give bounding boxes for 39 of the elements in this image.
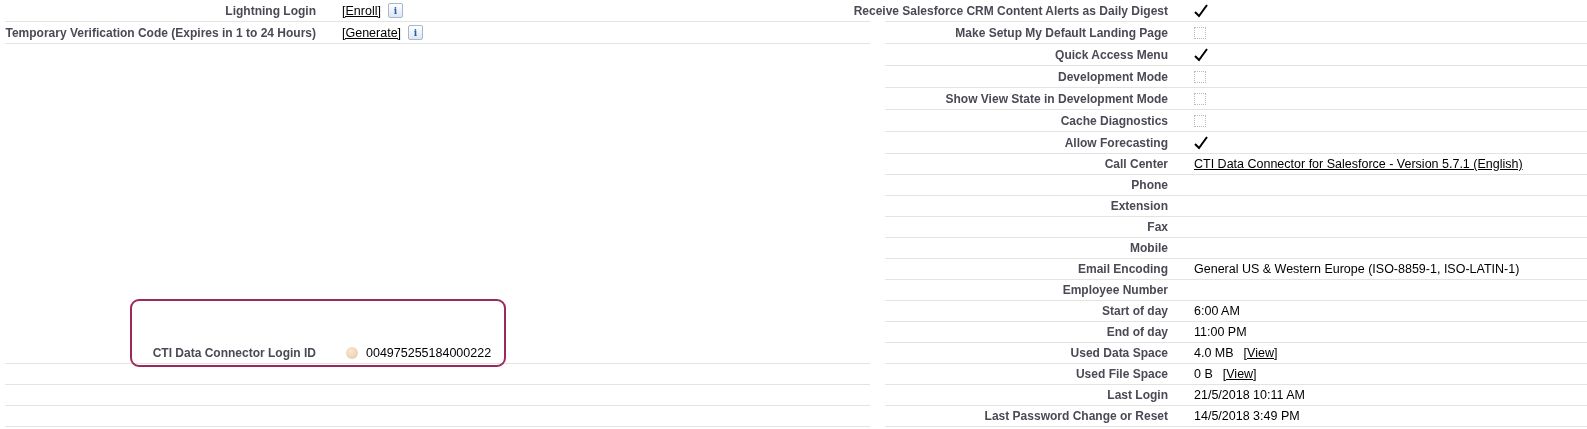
field-label: Allow Forecasting	[1064, 135, 1168, 150]
field-label: Start of day	[1102, 304, 1168, 318]
field-label: Used Data Space	[1070, 346, 1168, 360]
field-label: Show View State in Development Mode	[945, 91, 1168, 106]
field-value: General US & Western Europe (ISO-8859-1, ISO-LATIN-1)	[1194, 262, 1520, 276]
field-label: Last Password Change or Reset	[984, 409, 1168, 423]
field-value: 21/5/2018 10:11 AM	[1194, 388, 1305, 402]
info-icon[interactable]: i	[408, 25, 424, 40]
field-label: CTI Data Connector Login ID	[152, 346, 316, 360]
field-label: Fax	[1147, 220, 1168, 234]
link[interactable]: [Enroll]	[342, 3, 381, 18]
field-label: Employee Number	[1062, 283, 1168, 297]
field-label: End of day	[1106, 325, 1168, 339]
field-value: 0 B	[1194, 367, 1213, 381]
field-label: Call Center	[1104, 157, 1168, 171]
field-label: Development Mode	[1058, 69, 1168, 84]
view-link[interactable]: [View]	[1243, 346, 1278, 360]
link[interactable]: [Generate]	[342, 25, 402, 40]
field-label: Lightning Login	[225, 3, 316, 18]
info-icon[interactable]: i	[387, 3, 403, 18]
field-value: 14/5/2018 3:49 PM	[1194, 409, 1300, 423]
field-label: Phone	[1131, 178, 1168, 192]
field-label: Quick Access Menu	[1055, 47, 1168, 62]
field-value: 004975255184000222	[366, 346, 492, 360]
field-label: Last Login	[1107, 388, 1168, 402]
field-value: 6:00 AM	[1194, 304, 1240, 318]
field-value: 4.0 MB	[1194, 346, 1234, 360]
field-label: Extension	[1110, 199, 1168, 213]
field-label: Temporary Verification Code (Expires in 1 to 24 Hours)	[5, 25, 316, 40]
field-value: 11:00 PM	[1194, 325, 1247, 339]
field-label: Receive Salesforce CRM Content Alerts as Daily Digest	[853, 3, 1168, 18]
view-link[interactable]: [View]	[1222, 367, 1257, 381]
field-label: Cache Diagnostics	[1060, 113, 1168, 128]
field-label: Make Setup My Default Landing Page	[955, 25, 1168, 40]
field-label: Mobile	[1130, 241, 1168, 255]
call-center-link[interactable]: CTI Data Connector for Salesforce - Version 5.7.1 (English)	[1194, 157, 1523, 171]
field-label: Used File Space	[1075, 367, 1168, 381]
field-label: Email Encoding	[1078, 262, 1168, 276]
help-icon[interactable]	[346, 347, 358, 359]
